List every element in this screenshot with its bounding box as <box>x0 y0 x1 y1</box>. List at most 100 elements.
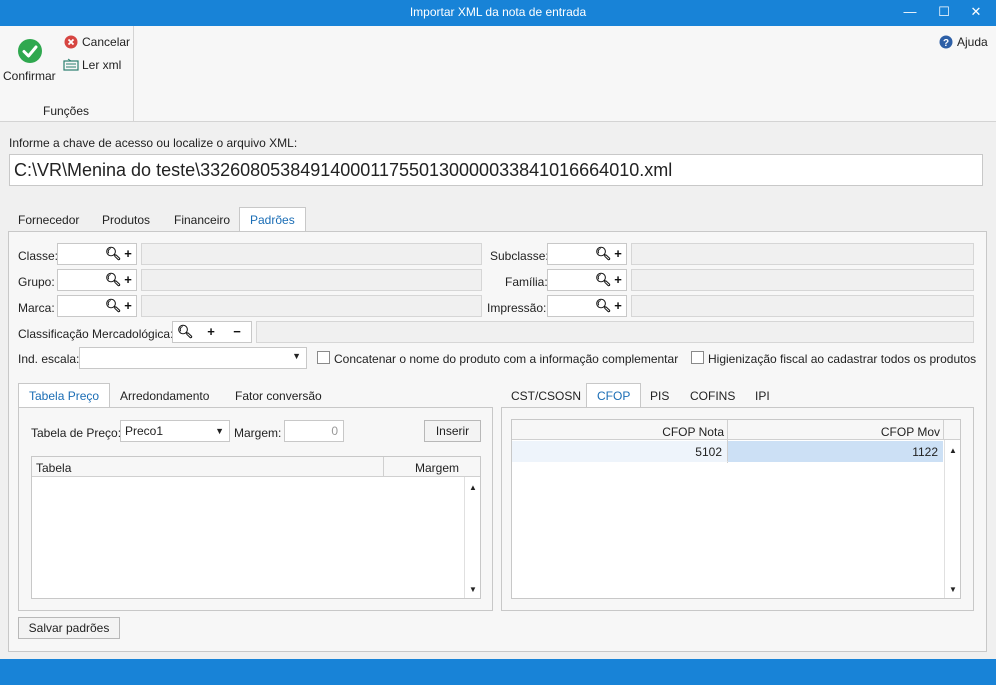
confirm-button[interactable]: Confirmar <box>2 36 60 86</box>
familia-add-icon[interactable]: + <box>610 272 626 288</box>
tab-cofins[interactable]: COFINS <box>680 384 745 408</box>
tabela-preco-value: Preco1 <box>125 424 164 438</box>
grupo-add-icon[interactable]: + <box>120 272 136 288</box>
classificacao-label: Classificação Mercadológica: <box>18 327 174 341</box>
column-divider <box>383 457 384 477</box>
familia-description <box>631 269 974 291</box>
tabela-scrollbar[interactable]: ▲ ▼ <box>464 477 480 598</box>
help-icon: ? <box>939 35 953 49</box>
tab-arredondamento[interactable]: Arredondamento <box>110 384 219 408</box>
chevron-down-icon: ▼ <box>215 426 224 436</box>
tab-cfop[interactable]: CFOP <box>586 383 642 408</box>
status-bar <box>0 659 996 685</box>
classe-search-icon[interactable]: 🔍︎ <box>105 246 122 262</box>
classificacao-remove-icon[interactable]: − <box>229 324 245 340</box>
cfop-nota-value: 5102 <box>695 445 722 459</box>
impressao-add-icon[interactable]: + <box>610 298 626 314</box>
familia-label: Família: <box>505 275 548 289</box>
cancel-icon <box>64 35 78 49</box>
column-cfop-nota[interactable]: CFOP Nota <box>662 425 724 439</box>
close-button[interactable]: ✕ <box>960 0 992 26</box>
scroll-up-icon[interactable]: ▲ <box>947 446 959 455</box>
ind-escala-select[interactable]: ▼ <box>79 347 307 369</box>
classe-label: Classe: <box>18 249 59 263</box>
svg-text:?: ? <box>943 38 949 49</box>
help-label: Ajuda <box>957 35 988 49</box>
subclasse-description <box>631 243 974 265</box>
marca-description <box>141 295 482 317</box>
tab-padroes[interactable]: Padrões <box>239 207 306 232</box>
check-icon <box>18 39 42 63</box>
title-bar: Importar XML da nota de entrada — ☐ ✕ <box>0 0 996 26</box>
keyboard-icon <box>63 58 79 71</box>
table-row[interactable]: 5102 1122 <box>512 441 943 462</box>
higienizacao-label: Higienização fiscal ao cadastrar todos o… <box>708 352 977 366</box>
column-divider <box>943 420 944 440</box>
cfop-scrollbar[interactable]: ▲ ▼ <box>944 440 960 598</box>
tab-fornecedor[interactable]: Fornecedor <box>8 208 89 232</box>
classificacao-search-icon[interactable]: 🔍︎ <box>177 324 194 340</box>
impressao-search-icon[interactable]: 🔍︎ <box>595 298 612 314</box>
classificacao-description <box>256 321 974 343</box>
ind-escala-label: Ind. escala: <box>18 352 80 366</box>
cfop-grid: CFOP Nota CFOP Mov 5102 1122 ▲ ▼ <box>511 419 961 599</box>
familia-search-icon[interactable]: 🔍︎ <box>595 272 612 288</box>
file-path-input[interactable]: C:\VR\Menina do teste\332608053849140001… <box>9 154 983 186</box>
chevron-down-icon: ▼ <box>292 351 301 361</box>
tabela-grid: Tabela Margem ▲ ▼ <box>31 456 481 599</box>
higienizacao-checkbox[interactable] <box>691 351 704 364</box>
scroll-up-icon[interactable]: ▲ <box>467 483 479 492</box>
concatenar-checkbox[interactable] <box>317 351 330 364</box>
classificacao-add-icon[interactable]: + <box>203 324 219 340</box>
column-margem[interactable]: Margem <box>415 461 459 475</box>
subclasse-label: Subclasse: <box>490 249 549 263</box>
salvar-padroes-button[interactable]: Salvar padrões <box>18 617 120 639</box>
cfop-mov-value: 1122 <box>912 445 938 459</box>
file-prompt: Informe a chave de acesso ou localize o … <box>9 136 298 150</box>
ribbon-separator <box>133 26 134 122</box>
cancel-label: Cancelar <box>82 35 131 49</box>
read-xml-button[interactable]: Ler xml <box>63 57 131 73</box>
tab-financeiro[interactable]: Financeiro <box>164 208 240 232</box>
grupo-search-icon[interactable]: 🔍︎ <box>105 272 122 288</box>
grupo-label: Grupo: <box>18 275 55 289</box>
impressao-label: Impressão: <box>487 301 547 315</box>
subclasse-add-icon[interactable]: + <box>610 246 626 262</box>
margem-input[interactable]: 0 <box>284 420 344 442</box>
help-button[interactable]: ? Ajuda <box>938 34 990 50</box>
read-xml-label: Ler xml <box>82 58 122 72</box>
scroll-down-icon[interactable]: ▼ <box>947 585 959 594</box>
inserir-button[interactable]: Inserir <box>424 420 481 442</box>
confirm-label: Confirmar <box>3 69 56 83</box>
ribbon-group-label: Funções <box>43 104 90 118</box>
column-tabela[interactable]: Tabela <box>36 461 71 475</box>
margem-label: Margem: <box>234 426 282 440</box>
classe-add-icon[interactable]: + <box>120 246 136 262</box>
cancel-button[interactable]: Cancelar <box>63 34 131 50</box>
tab-fator-conversao[interactable]: Fator conversão <box>225 384 332 408</box>
tabela-preco-select[interactable]: Preco1 ▼ <box>120 420 230 442</box>
tab-cst-csosn[interactable]: CST/CSOSN <box>501 384 591 408</box>
ribbon <box>0 26 996 122</box>
subclasse-search-icon[interactable]: 🔍︎ <box>595 246 612 262</box>
tab-pis[interactable]: PIS <box>640 384 679 408</box>
classe-description <box>141 243 482 265</box>
cfop-nota-cell[interactable]: 5102 <box>512 441 727 462</box>
marca-add-icon[interactable]: + <box>120 298 136 314</box>
marca-search-icon[interactable]: 🔍︎ <box>105 298 122 314</box>
maximize-button[interactable]: ☐ <box>928 0 960 26</box>
tab-ipi[interactable]: IPI <box>745 384 780 408</box>
marca-label: Marca: <box>18 301 55 315</box>
grupo-description <box>141 269 482 291</box>
tab-tabela-preco[interactable]: Tabela Preço <box>18 383 111 408</box>
tabela-grid-header <box>32 457 480 477</box>
tabela-preco-label: Tabela de Preço: <box>31 426 122 440</box>
column-cfop-mov[interactable]: CFOP Mov <box>881 425 940 439</box>
concatenar-label: Concatenar o nome do produto com a infor… <box>334 352 679 366</box>
tab-produtos[interactable]: Produtos <box>92 208 160 232</box>
minimize-button[interactable]: — <box>894 0 926 26</box>
window-title: Importar XML da nota de entrada <box>409 5 587 19</box>
impressao-description <box>631 295 974 317</box>
cfop-mov-cell[interactable]: 1122 <box>728 441 943 462</box>
scroll-down-icon[interactable]: ▼ <box>467 585 479 594</box>
